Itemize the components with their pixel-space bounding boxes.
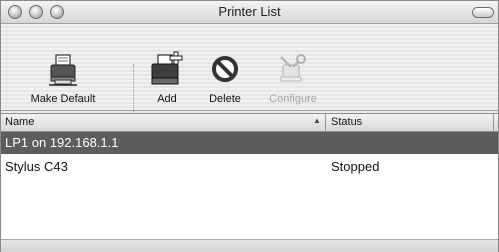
delete-label: Delete	[209, 93, 241, 105]
column-divider[interactable]	[493, 114, 494, 131]
column-divider[interactable]	[325, 114, 326, 131]
add-printer-icon	[151, 51, 183, 85]
window-title: Printer List	[218, 4, 281, 19]
printer-name-cell: LP1 on 192.168.1.1	[5, 135, 119, 150]
add-label: Add	[157, 93, 177, 105]
toolbar-toggle-button[interactable]	[472, 7, 494, 18]
printer-name-cell: Stylus C43	[5, 159, 68, 174]
toolbar: Make Default Add Delete Configure	[1, 24, 498, 124]
title-bar[interactable]: Printer List	[1, 1, 498, 24]
window-bottom-bar	[1, 239, 498, 252]
printer-table: Name ▲ Status LP1 on 192.168.1.1 Stylus …	[1, 113, 498, 239]
table-row[interactable]: Stylus C43 Stopped	[1, 156, 498, 178]
printer-list-window: Printer List Make Default Add Delete Con…	[0, 0, 499, 252]
table-row[interactable]: LP1 on 192.168.1.1	[1, 132, 498, 154]
configure-button[interactable]: Configure	[256, 51, 330, 105]
table-header: Name ▲ Status	[1, 114, 498, 132]
configure-label: Configure	[269, 93, 317, 105]
sort-ascending-icon: ▲	[313, 116, 321, 125]
configure-tools-icon	[280, 54, 306, 82]
column-header-status[interactable]: Status	[331, 116, 362, 128]
make-default-label: Make Default	[30, 93, 96, 105]
add-button[interactable]: Add	[147, 51, 187, 105]
make-default-button[interactable]: Make Default	[15, 51, 111, 105]
default-printer-icon	[49, 54, 77, 86]
column-header-name[interactable]: Name	[5, 116, 34, 128]
printer-status-cell: Stopped	[331, 159, 380, 174]
delete-icon	[212, 56, 238, 82]
delete-button[interactable]: Delete	[201, 51, 249, 105]
